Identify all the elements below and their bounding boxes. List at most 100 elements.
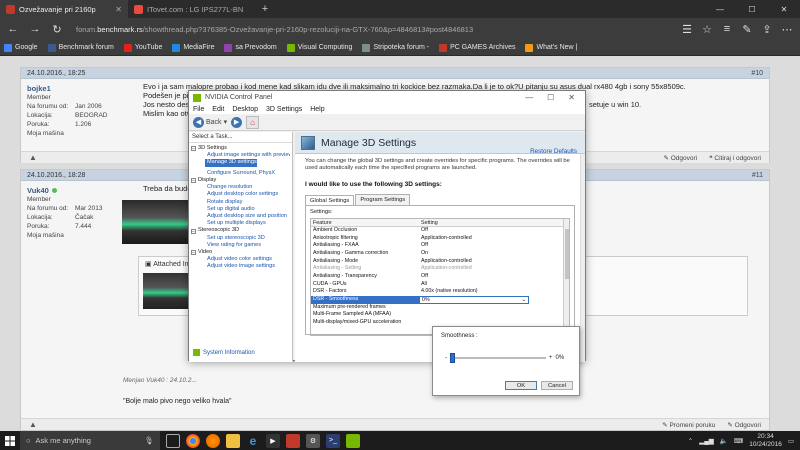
favorite-google[interactable]: Google [4,43,38,52]
network-icon[interactable]: ▂▄▆ [699,437,714,445]
browser-tab-active[interactable]: Ozvežavanje pri 2160p ✕ [0,0,128,18]
menu-3d-settings[interactable]: 3D Settings [266,106,302,113]
firefox-icon[interactable] [206,433,220,448]
report-icon[interactable]: ▲ [29,153,37,162]
setting-dropdown[interactable]: 0% ⌄ [419,296,529,304]
home-icon[interactable]: ⌂ [246,115,260,129]
slider-track[interactable] [450,357,546,359]
post-image[interactable] [122,200,188,244]
nvidia-taskbar-icon[interactable] [346,433,360,448]
ok-button[interactable]: OK [505,381,537,390]
favorite-youtube[interactable]: YouTube [123,43,162,52]
tree-item[interactable]: Adjust desktop color settings [191,191,290,198]
tab-close-icon[interactable]: ✕ [115,5,122,14]
app-icon[interactable] [286,433,300,448]
tree-category-video[interactable]: − Video [191,249,290,256]
settings-row[interactable]: Multi-Frame Sampled AA (MFAA) [311,311,569,319]
settings-row[interactable]: DSR - Factors 4.00x (native resolution) [311,288,569,296]
settings-row[interactable]: Ambient Occlusion Off [311,227,569,235]
address-bar[interactable]: forum. benchmark.rs/showthread.php?376385… [70,21,674,37]
edit-post-button[interactable]: ✎ Promeni poruku [662,421,715,429]
chrome-icon[interactable] [186,433,200,448]
cancel-button[interactable]: Cancel [541,381,573,390]
grid-scrollbar[interactable] [563,218,569,335]
tree-category-stereoscopic[interactable]: − Stereoscopic 3D [191,227,290,234]
tree-category-3d-settings[interactable]: −3D Settings [191,145,290,152]
forward-arrow-icon[interactable]: ▶ [231,116,243,128]
settings-row[interactable]: Antialiasing - FXAA Off [311,242,569,250]
reading-view-icon[interactable]: ☰ [678,20,696,38]
menu-desktop[interactable]: Desktop [232,106,258,113]
tree-item[interactable]: Adjust video color settings [191,256,290,263]
back-icon[interactable]: ← [4,20,22,38]
settings-app-icon[interactable]: ⚙ [306,433,320,448]
tree-item[interactable]: View rating for games [191,242,290,249]
maximize-icon[interactable]: ☐ [736,0,768,18]
collapse-icon[interactable]: − [191,250,196,256]
system-information-link[interactable]: System Information [193,349,255,356]
attachment-thumbnail[interactable] [143,273,189,309]
settings-row[interactable]: CUDA - GPUs All [311,281,569,289]
tab-program-settings[interactable]: Program Settings [355,193,411,205]
tree-item[interactable]: Configure Surround, PhysX [191,170,290,177]
volume-icon[interactable]: 🔈 [720,437,728,445]
hub-icon[interactable]: ≡ [718,20,736,38]
tree-item[interactable]: Rotate display [191,199,290,206]
action-center-icon[interactable]: ▭ [788,437,794,445]
settings-row[interactable]: Antialiasing - Gamma correction On [311,250,569,258]
close-icon[interactable]: ✕ [768,0,800,18]
settings-row[interactable]: Antialiasing - Setting Application-contro… [311,265,569,273]
tray-chevron-icon[interactable]: ⌃ [688,437,693,445]
menu-help[interactable]: Help [310,106,324,113]
browser-tab[interactable]: ITovet.com : LG IPS277L-BN [128,0,256,18]
post-number[interactable]: #10 [751,70,763,77]
maximize-icon[interactable]: ☐ [547,93,554,102]
notes-icon[interactable]: ✎ [738,20,756,38]
favorite-pc-games[interactable]: PC GAMES Archives [439,43,515,52]
favorite-stripoteka[interactable]: Stripoteka forum - [362,43,429,52]
favorite-visual-computing[interactable]: Visual Computing [286,43,352,52]
settings-row[interactable]: Antialiasing - Mode Application-controlle… [311,258,569,266]
refresh-icon[interactable]: ↻ [48,20,66,38]
username[interactable]: Vuk40 [27,186,127,195]
share-icon[interactable]: ⇪ [758,20,776,38]
menu-edit[interactable]: Edit [212,106,224,113]
favorite-whats-new[interactable]: What's New | [525,43,577,52]
chevron-down-icon[interactable]: ⌄ [522,297,526,303]
favorite-mediafire[interactable]: MediaFire [172,43,214,52]
clock[interactable]: 20:34 10/24/2016 [749,433,782,449]
collapse-icon[interactable]: − [191,228,196,234]
tree-item[interactable]: Set up digital audio [191,206,290,213]
new-tab-button[interactable]: + [256,0,274,18]
smoothness-slider[interactable] [450,353,546,363]
quote-reply-button[interactable]: ❝ Citiraj i odgovori [709,154,761,162]
settings-row[interactable]: Antialiasing - Transparency Off [311,273,569,281]
window-titlebar[interactable]: NVIDIA Control Panel — ☐ ✕ [189,91,585,104]
collapse-icon[interactable]: − [191,178,196,184]
tree-category-display[interactable]: − Display [191,177,290,184]
tree-item-selected[interactable]: Manage 3D settings [205,159,257,167]
forward-icon[interactable]: → [26,20,44,38]
favorite-prevodom[interactable]: sa Prevodom [224,43,277,52]
minimize-icon[interactable]: — [525,93,533,102]
back-button[interactable]: ◀ Back ▾ [193,116,227,128]
start-button[interactable] [0,431,20,450]
tree-item[interactable]: Adjust image settings with preview [191,152,290,159]
tree-item[interactable]: Adjust desktop size and position [191,213,290,220]
collapse-icon[interactable]: − [191,146,196,152]
minimize-icon[interactable]: — [704,0,736,18]
scroll-thumb[interactable] [565,228,569,279]
tree-item[interactable]: Set up multiple displays [191,220,290,227]
tree-item[interactable]: Adjust video image settings [191,263,290,270]
my-machine-link[interactable]: Moja mašina [27,231,127,240]
username[interactable]: bojke1 [27,84,127,93]
cortana-search-box[interactable]: ○ Ask me anything 🎙 [20,431,160,450]
close-icon[interactable]: ✕ [568,93,575,102]
settings-row[interactable]: Anisotropic filtering Application-control… [311,235,569,243]
my-machine-link[interactable]: Moja mašina [27,129,127,138]
favorite-star-icon[interactable]: ☆ [698,20,716,38]
restore-defaults-link[interactable]: Restore Defaults [530,148,577,155]
edge-icon[interactable]: e [246,434,260,448]
report-icon[interactable]: ▲ [29,420,37,429]
menu-file[interactable]: File [193,106,204,113]
